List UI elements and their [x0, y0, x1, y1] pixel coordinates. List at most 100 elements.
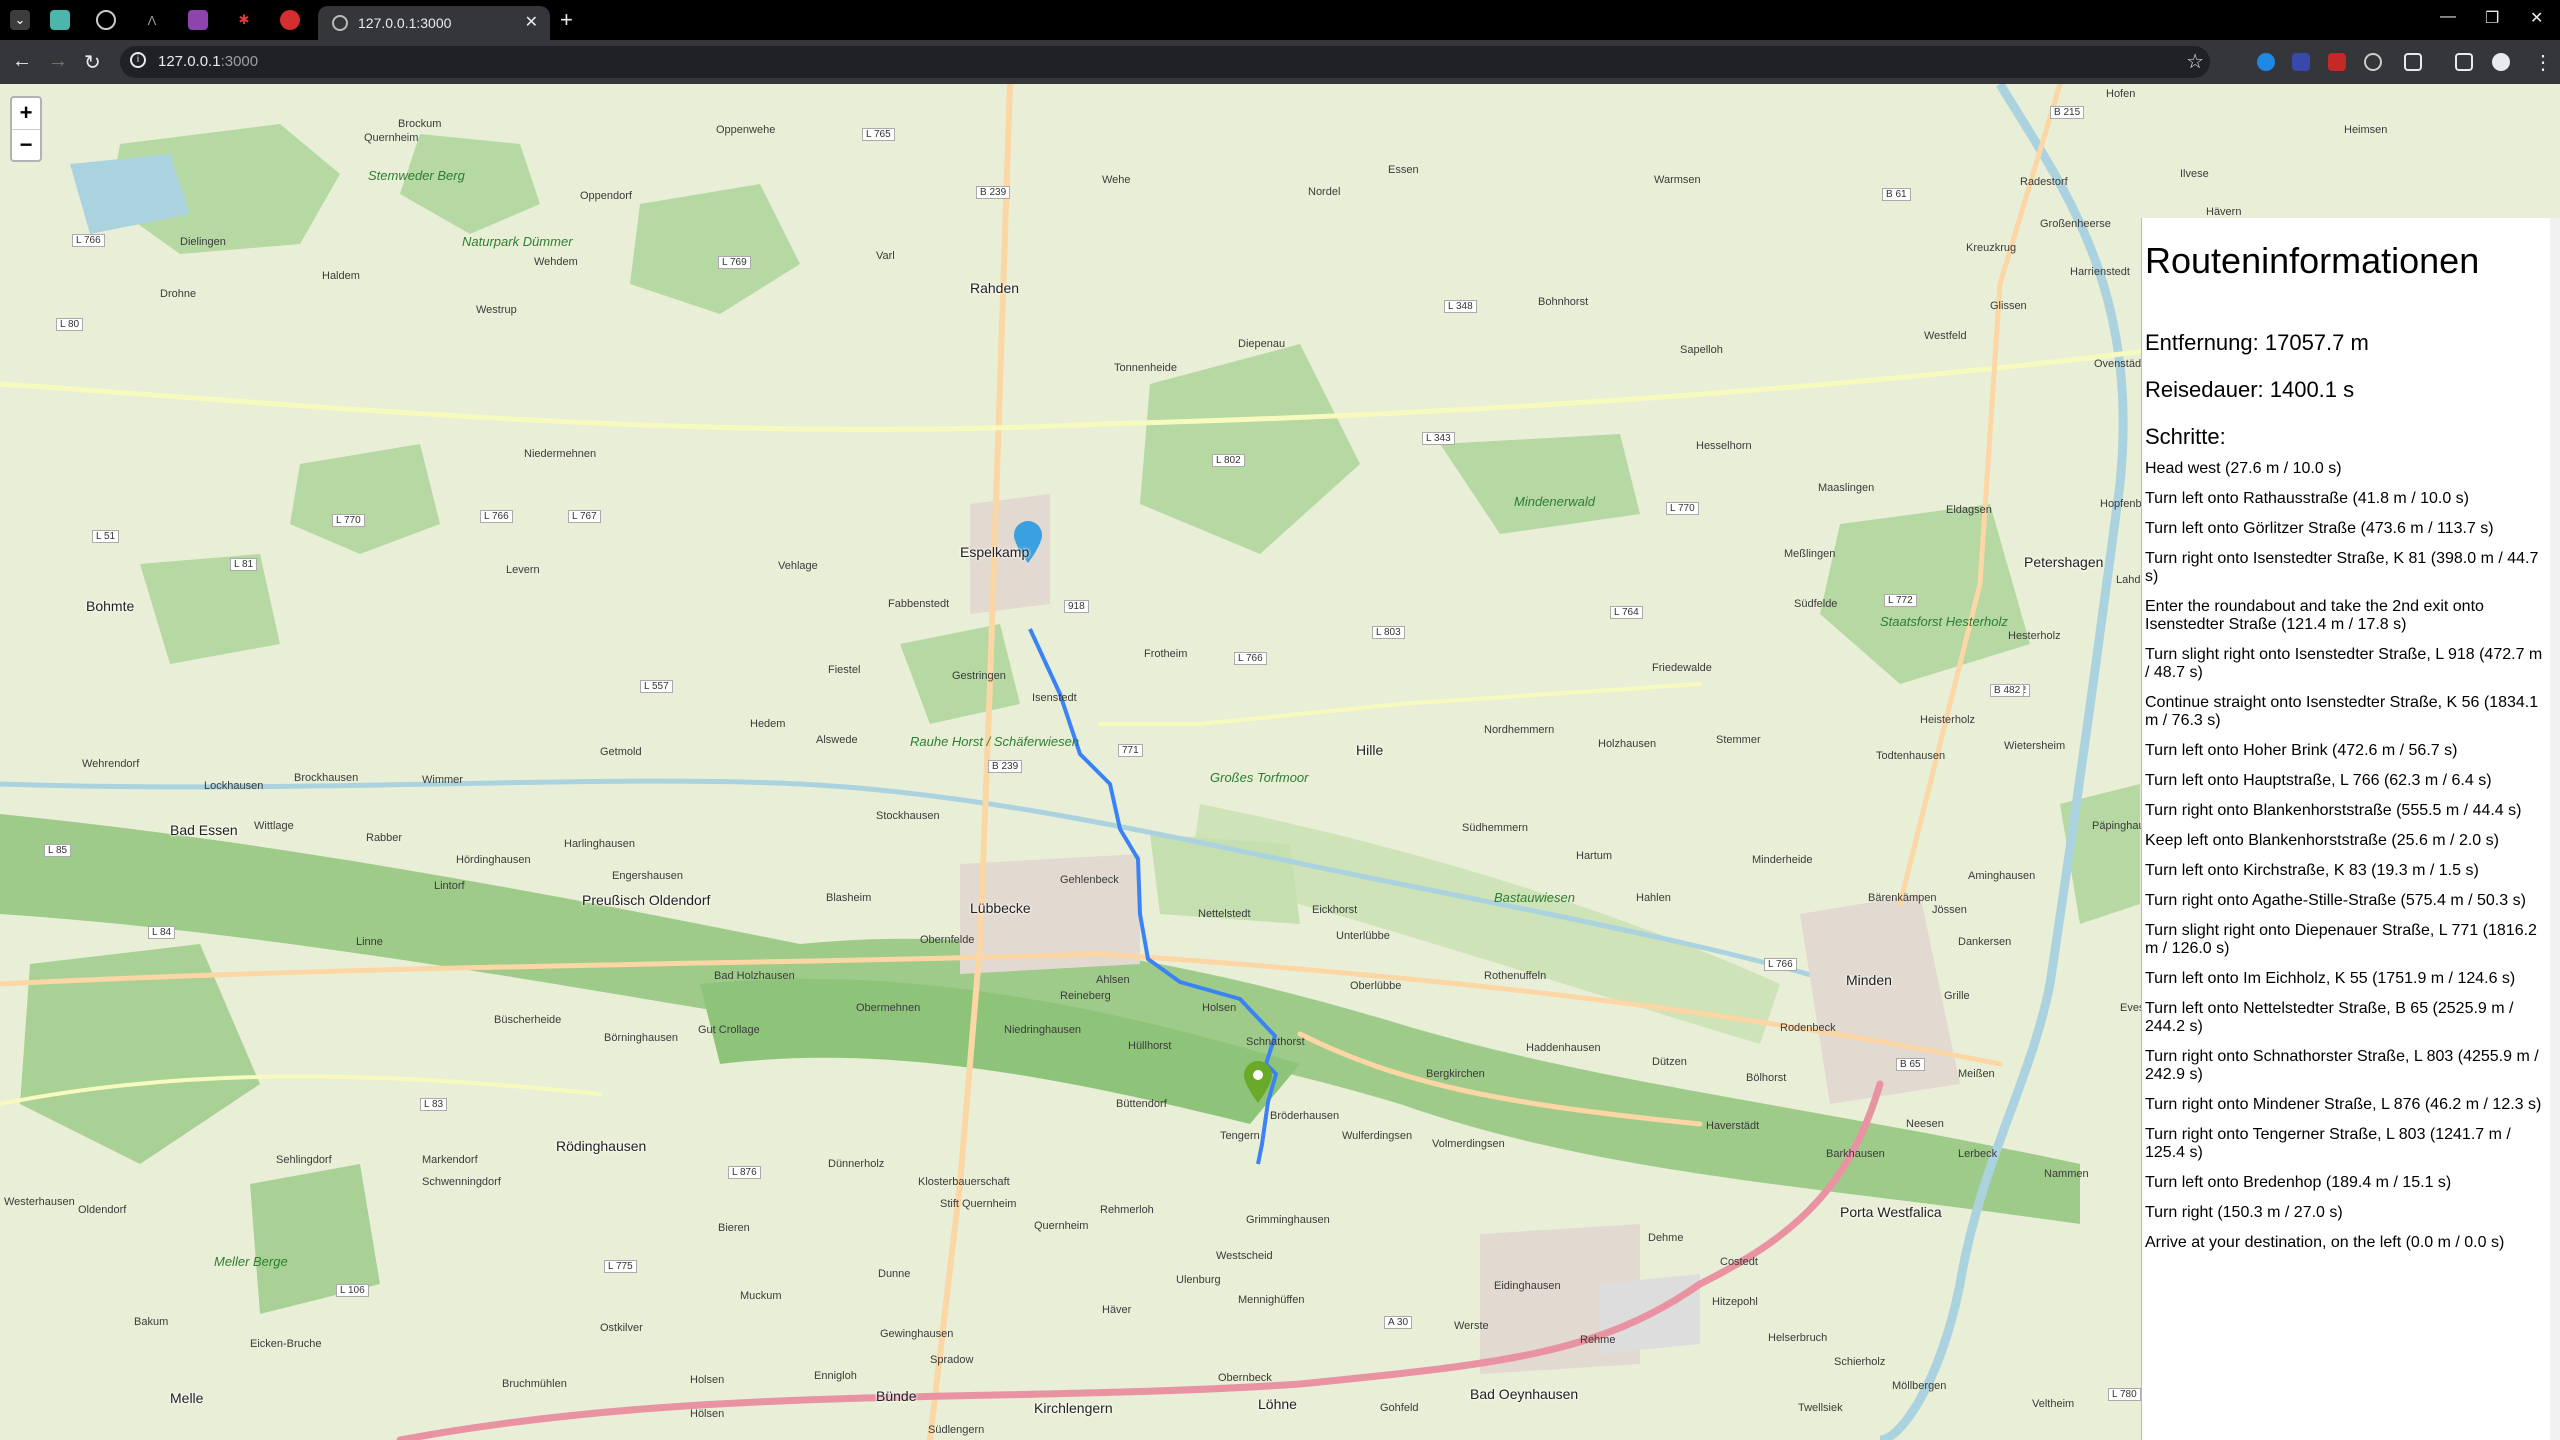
address-bar[interactable]: i 127.0.0.1:3000 ☆ [120, 46, 2210, 78]
destination-marker-icon[interactable] [1243, 1060, 1273, 1104]
panel-scrollbar[interactable] [2550, 218, 2560, 1440]
tab-search-icon[interactable]: ⌄ [10, 10, 30, 30]
pinned-tab-4-icon[interactable] [188, 10, 208, 30]
map-place-label: Kreuzkrug [1966, 242, 2017, 254]
map-place-label: Obernbeck [1218, 1372, 1272, 1384]
map-place-label: Harrienstedt [2070, 266, 2130, 278]
route-step: Turn left onto Hauptstraße, L 766 (62.3 … [2145, 772, 2492, 789]
route-step: Turn left onto Hoher Brink (472.6 m / 56… [2145, 742, 2458, 759]
map-place-label: Aminghausen [1968, 870, 2036, 882]
map-city-label: Melle [170, 1390, 204, 1406]
map-place-label: Warmsen [1654, 174, 1701, 186]
map-road-badge: L 770 [332, 514, 365, 527]
map-place-label: Tonnenheide [1114, 362, 1178, 374]
map-place-label: Sehlingdorf [276, 1154, 332, 1166]
map-place-label: Eicken-Bruche [250, 1338, 322, 1350]
extension-4-icon[interactable] [2364, 53, 2382, 71]
map-road-badge: L 85 [44, 844, 72, 857]
map-road-badge: L 766 [72, 234, 105, 247]
route-step: Turn left onto Bredenhop (189.4 m / 15.1… [2145, 1174, 2452, 1191]
map-city-label: Espelkamp [960, 544, 1030, 560]
close-tab-icon[interactable]: ✕ [525, 12, 538, 32]
route-step: Turn right onto Blankenhorststraße (555.… [2145, 802, 2522, 819]
map-city-label: Porta Westfalica [1840, 1204, 1942, 1220]
site-info-icon[interactable]: i [130, 52, 146, 68]
panel-title: Routeninformationen [2145, 240, 2480, 281]
map-place-label: Quernheim [1034, 1220, 1089, 1232]
side-panel-icon[interactable] [2455, 53, 2473, 71]
map-place-label: Südhemmern [1462, 822, 1529, 834]
extensions-puzzle-icon[interactable] [2404, 53, 2422, 71]
pinned-tab-2-icon[interactable] [96, 10, 116, 30]
map-place-label: Alswede [816, 734, 858, 746]
map-road-badge: B 239 [988, 760, 1023, 773]
map-place-label: Meißen [1958, 1068, 1995, 1080]
map-place-label: Volmerdingsen [1432, 1138, 1505, 1150]
globe-icon [332, 15, 348, 31]
map-place-label: Muckum [740, 1290, 782, 1302]
map-place-label: Eldagsen [1946, 504, 1992, 516]
tab-active[interactable]: 127.0.0.1:3000 ✕ [318, 6, 550, 40]
map-place-label: Hüllhorst [1128, 1040, 1172, 1052]
map-area-label: Stemweder Berg [368, 168, 465, 183]
map-city-label: Bohmte [86, 598, 135, 614]
map-road-badge: L 557 [640, 680, 673, 693]
close-window-button[interactable]: ✕ [2530, 8, 2543, 28]
new-tab-button[interactable]: + [560, 7, 573, 33]
restore-button[interactable]: ❐ [2485, 8, 2499, 28]
reload-button[interactable]: ↻ [84, 50, 101, 75]
map-place-label: Bakum [134, 1316, 169, 1328]
map-place-label: Rodenbeck [1780, 1022, 1836, 1034]
map-place-label: Levern [506, 564, 540, 576]
map-place-label: Harlinghausen [564, 838, 635, 850]
map-city-label: Bad Essen [170, 822, 238, 838]
map-place-label: Rothenuffeln [1484, 970, 1547, 982]
map-place-label: Dielingen [180, 236, 226, 248]
map-place-label: Holsen [1202, 1002, 1237, 1014]
map-place-label: Stockhausen [876, 810, 940, 822]
minimize-button[interactable]: — [2440, 8, 2456, 26]
map-road-badge: B 239 [976, 186, 1011, 199]
map-place-label: Dützen [1652, 1056, 1687, 1068]
extension-1-icon[interactable] [2257, 53, 2275, 71]
map-place-label: Hävern [2206, 206, 2242, 218]
map-place-label: Westscheid [1216, 1250, 1273, 1262]
map-road-badge: L 767 [568, 510, 601, 523]
zoom-in-button[interactable]: + [12, 98, 40, 129]
pinned-tab-3-icon[interactable]: Λ [142, 10, 162, 30]
menu-kebab-icon[interactable]: ⋮ [2533, 50, 2553, 75]
map-city-label: Hille [1356, 742, 1384, 758]
map-place-label: Obermehnen [856, 1002, 921, 1014]
pinned-tab-1-icon[interactable] [50, 10, 70, 30]
back-button[interactable]: ← [12, 50, 32, 73]
pinned-tab-6-icon[interactable] [280, 10, 300, 30]
map-place-label: Ennigloh [814, 1370, 857, 1382]
profile-avatar-icon[interactable] [2492, 53, 2510, 71]
map-place-label: Holsen [690, 1374, 725, 1386]
map-place-label: Ostkilver [600, 1322, 643, 1334]
map-place-label: Haverstädt [1706, 1120, 1760, 1132]
map-road-badge: L 51 [92, 530, 120, 543]
map-place-label: Unterlübbe [1336, 930, 1390, 942]
map-place-label: Haddenhausen [1526, 1042, 1601, 1054]
map-place-label: Gehlenbeck [1060, 874, 1119, 886]
forward-button[interactable]: → [48, 50, 68, 73]
extension-3-icon[interactable] [2328, 53, 2346, 71]
map-road-badge: L 772 [1884, 594, 1917, 607]
pinned-tab-5-icon[interactable]: ✱ [234, 10, 254, 30]
bookmark-star-icon[interactable]: ☆ [2186, 49, 2204, 74]
zoom-out-button[interactable]: − [12, 129, 40, 161]
browser-toolbar: ← → ↻ i 127.0.0.1:3000 ☆ ⋮ [0, 40, 2560, 84]
map-place-label: Gut Crollage [698, 1024, 760, 1036]
map-place-label: Niedringhausen [1004, 1024, 1082, 1036]
map-road-badge: 771 [1118, 744, 1143, 757]
route-step: Turn slight right onto Diepenauer Straße… [2145, 922, 2537, 957]
map-place-label: Engershausen [612, 870, 683, 882]
map-place-label: Isenstedt [1032, 692, 1077, 704]
extension-2-icon[interactable] [2292, 53, 2310, 71]
map-place-label: Grille [1944, 990, 1970, 1002]
map-place-label: Westerhausen [4, 1196, 75, 1208]
map-place-label: Stemmer [1716, 734, 1761, 746]
map-place-label: Südlengern [928, 1424, 985, 1436]
map-place-label: Haldem [322, 270, 360, 282]
